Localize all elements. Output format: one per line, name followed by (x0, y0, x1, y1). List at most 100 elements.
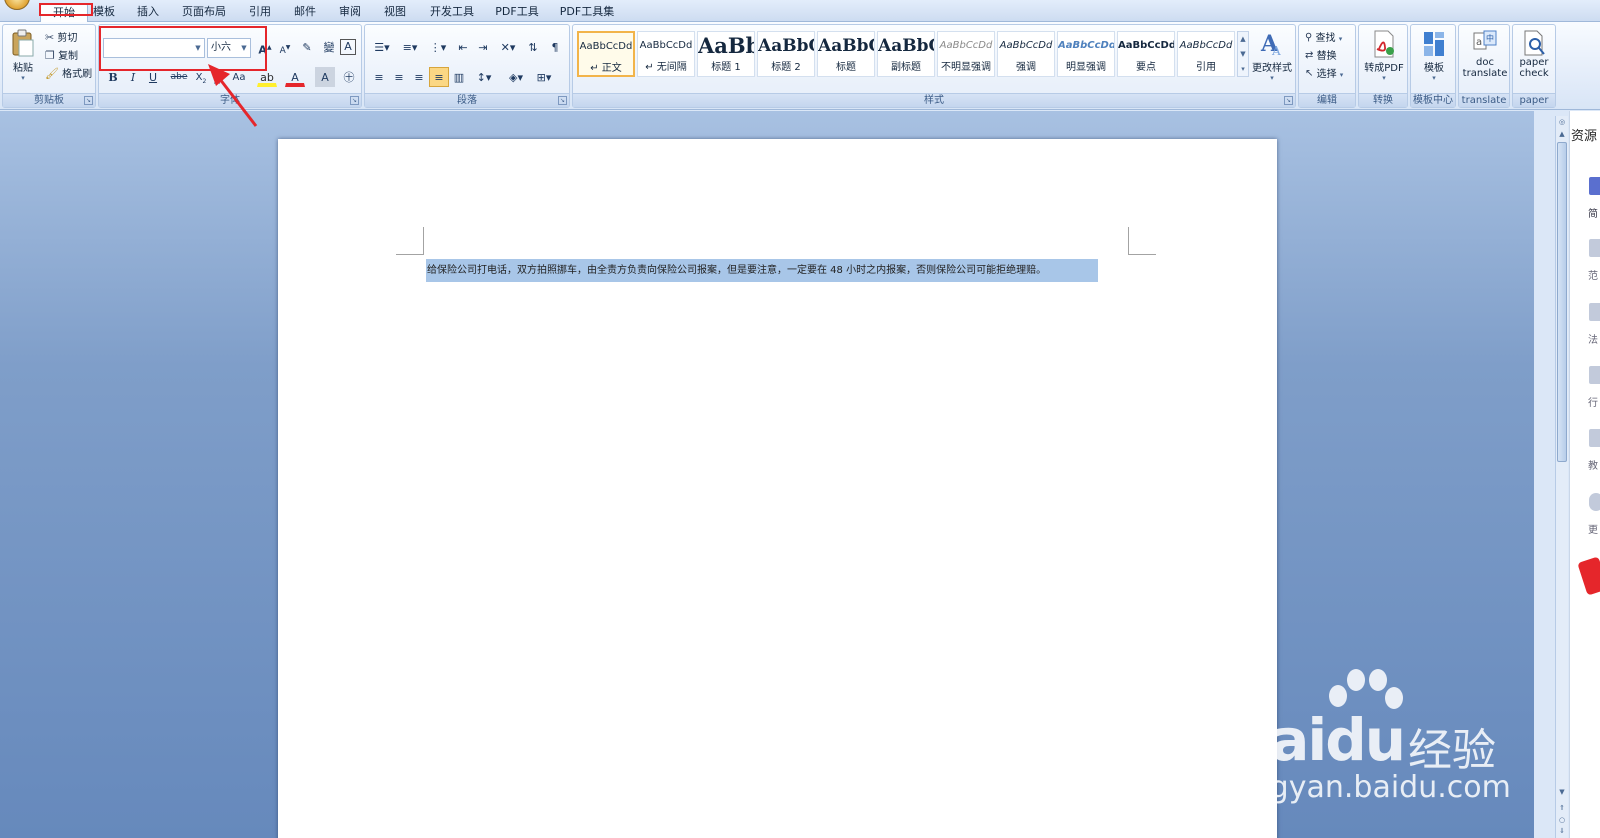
to-pdf-button[interactable]: 转成PDF ▾ (1361, 29, 1407, 82)
numbering-icon[interactable]: ≡▾ (397, 37, 423, 57)
svg-text:中: 中 (1486, 33, 1494, 43)
align-right-icon[interactable]: ≡ (409, 67, 429, 87)
side-panel-title: 资源 (1571, 129, 1598, 144)
tab-template[interactable]: 模板 (90, 3, 118, 22)
scroll-up-icon[interactable]: ▲ (1557, 130, 1567, 140)
vertical-scrollbar[interactable]: ◎ ▲ ▼ ⇑ ○ ⇓ (1555, 116, 1568, 838)
clipboard-dialog-launcher[interactable]: ↘ (84, 96, 93, 105)
select-button[interactable]: ↖ 选择 ▾ (1305, 65, 1343, 84)
document-page[interactable]: 给保险公司打电话，双方拍照挪车，由全责方负责向保险公司报案，但是要注意，一定要在… (278, 139, 1277, 838)
change-styles-icon: A A (1260, 31, 1281, 58)
align-left-icon[interactable]: ≡ (369, 67, 389, 87)
replace-button[interactable]: ⇄ 替换 (1305, 47, 1337, 66)
next-page-icon[interactable]: ⇓ (1557, 827, 1567, 837)
tab-developer[interactable]: 开发工具 (426, 3, 478, 22)
line-spacing-icon[interactable]: ↕▾ (471, 67, 497, 87)
style-item[interactable]: AaBbCcDd ↵ 无间隔 (637, 31, 695, 77)
paste-button[interactable]: 粘贴 ▾ (7, 29, 39, 82)
tab-view[interactable]: 视图 (381, 3, 409, 22)
multilevel-list-icon[interactable]: ⋮▾ (425, 37, 451, 57)
decrease-indent-icon[interactable]: ⇤ (453, 37, 473, 57)
scroll-down-icon[interactable]: ▼ (1557, 788, 1567, 798)
tab-pdf-tools[interactable]: PDF工具 (493, 3, 541, 22)
format-painter-button[interactable]: 🖌 格式刷 (45, 65, 92, 84)
style-item[interactable]: AaBbCcDd 引用 (1177, 31, 1235, 77)
side-icon-6[interactable] (1589, 493, 1600, 511)
side-icon-1[interactable] (1589, 177, 1600, 195)
enclose-char-icon[interactable]: ㊉ (339, 67, 359, 87)
style-name: 要点 (1136, 62, 1156, 73)
distribute-icon[interactable]: ▥ (449, 67, 469, 87)
phonetic-guide-icon[interactable]: 變 (319, 37, 339, 57)
tab-mailings[interactable]: 邮件 (291, 3, 319, 22)
borders-icon[interactable]: ⊞▾ (531, 67, 557, 87)
tab-pdf-toolset[interactable]: PDF工具集 (556, 3, 618, 22)
shrink-font-icon[interactable]: A▼ (275, 37, 295, 57)
tab-insert[interactable]: 插入 (134, 3, 162, 22)
side-item-4[interactable]: 行 (1588, 394, 1600, 409)
side-icon-5[interactable] (1589, 429, 1600, 447)
justify-icon[interactable]: ≡ (429, 67, 449, 87)
ruler-toggle-icon[interactable]: ◎ (1557, 118, 1567, 128)
scroll-thumb[interactable] (1557, 142, 1567, 462)
browse-object-icon[interactable]: ○ (1557, 816, 1567, 826)
side-item-3[interactable]: 法 (1588, 331, 1600, 346)
resource-side-panel: 资源 简 范 法 行 教 更 (1569, 111, 1600, 838)
style-item[interactable]: AaBbCcDd ↵ 正文 (577, 31, 635, 77)
replace-label: 替换 (1316, 51, 1337, 62)
copy-button[interactable]: ❐ 复制 (45, 47, 78, 66)
office-button[interactable] (4, 0, 30, 10)
style-name: 引用 (1196, 62, 1216, 73)
style-item[interactable]: AaBbCcDd 不明显强调 (937, 31, 995, 77)
sort-icon[interactable]: ⇅ (523, 37, 543, 57)
style-preview: AaBbCcDd (1118, 40, 1174, 51)
group-editing: ⚲ 查找 ▾ ⇄ 替换 ↖ 选择 ▾ 编辑 (1298, 24, 1356, 108)
tab-review[interactable]: 审阅 (336, 3, 364, 22)
align-center-icon[interactable]: ≡ (389, 67, 409, 87)
group-label-clipboard: 剪贴板 (3, 93, 95, 107)
change-styles-button[interactable]: A A 更改样式 ▾ (1249, 29, 1295, 82)
find-button[interactable]: ⚲ 查找 ▾ (1305, 29, 1342, 48)
char-border-icon[interactable]: A (340, 39, 356, 55)
style-item[interactable]: AaBbC 副标题 (877, 31, 935, 77)
show-marks-icon[interactable]: ¶ (545, 37, 565, 57)
paragraph-dialog-launcher[interactable]: ↘ (558, 96, 567, 105)
chinese-layout-icon[interactable]: ✕▾ (495, 37, 521, 57)
increase-indent-icon[interactable]: ⇥ (473, 37, 493, 57)
char-shading-icon[interactable]: A (315, 67, 335, 87)
selected-paragraph[interactable]: 给保险公司打电话，双方拍照挪车，由全责方负责向保险公司报案，但是要注意，一定要在… (426, 259, 1098, 282)
side-icon-2[interactable] (1589, 239, 1600, 257)
paper-check-icon (1524, 30, 1545, 56)
font-dialog-launcher[interactable]: ↘ (350, 96, 359, 105)
styles-dialog-launcher[interactable]: ↘ (1284, 96, 1293, 105)
style-name: 明显强调 (1066, 62, 1106, 73)
template-button[interactable]: 模板 ▾ (1413, 29, 1455, 82)
style-item[interactable]: AaBbCcDd 强调 (997, 31, 1055, 77)
tab-page-layout[interactable]: 页面布局 (178, 3, 230, 22)
side-item-2[interactable]: 范 (1588, 267, 1600, 282)
style-item[interactable]: AaBbCcDd 明显强调 (1057, 31, 1115, 77)
styles-scroll[interactable]: ▲ ▼ ▾ (1237, 31, 1249, 77)
clear-format-icon[interactable]: ✎ (297, 37, 317, 57)
side-item-6[interactable]: 更 (1588, 521, 1600, 536)
prev-page-icon[interactable]: ⇑ (1557, 804, 1567, 814)
side-icon-3[interactable] (1589, 303, 1600, 321)
style-item[interactable]: AaBb 标题 1 (697, 31, 755, 77)
group-label-template-center: 模板中心 (1411, 93, 1455, 107)
cut-button[interactable]: ✂ 剪切 (45, 29, 77, 48)
style-item[interactable]: AaBbC 标题 2 (757, 31, 815, 77)
doc-translate-button[interactable]: a 中 doc translate (1461, 29, 1509, 79)
side-icon-4[interactable] (1589, 366, 1600, 384)
side-item-1[interactable]: 简 (1588, 205, 1600, 220)
shading-icon[interactable]: ◈▾ (503, 67, 529, 87)
bullets-icon[interactable]: ☰▾ (369, 37, 395, 57)
group-styles: AaBbCcDd ↵ 正文 AaBbCcDd ↵ 无间隔 AaBb 标题 1 AaBbC 标题… (572, 24, 1296, 108)
font-color-icon[interactable]: A (285, 67, 305, 87)
style-name: ↵ 无间隔 (645, 62, 687, 73)
style-item[interactable]: AaBbCcDd 要点 (1117, 31, 1175, 77)
side-item-5[interactable]: 教 (1588, 457, 1600, 472)
paper-check-button[interactable]: paper check (1513, 29, 1555, 79)
style-item[interactable]: AaBbC 标题 (817, 31, 875, 77)
tab-references[interactable]: 引用 (246, 3, 274, 22)
gift-icon[interactable] (1577, 556, 1600, 596)
